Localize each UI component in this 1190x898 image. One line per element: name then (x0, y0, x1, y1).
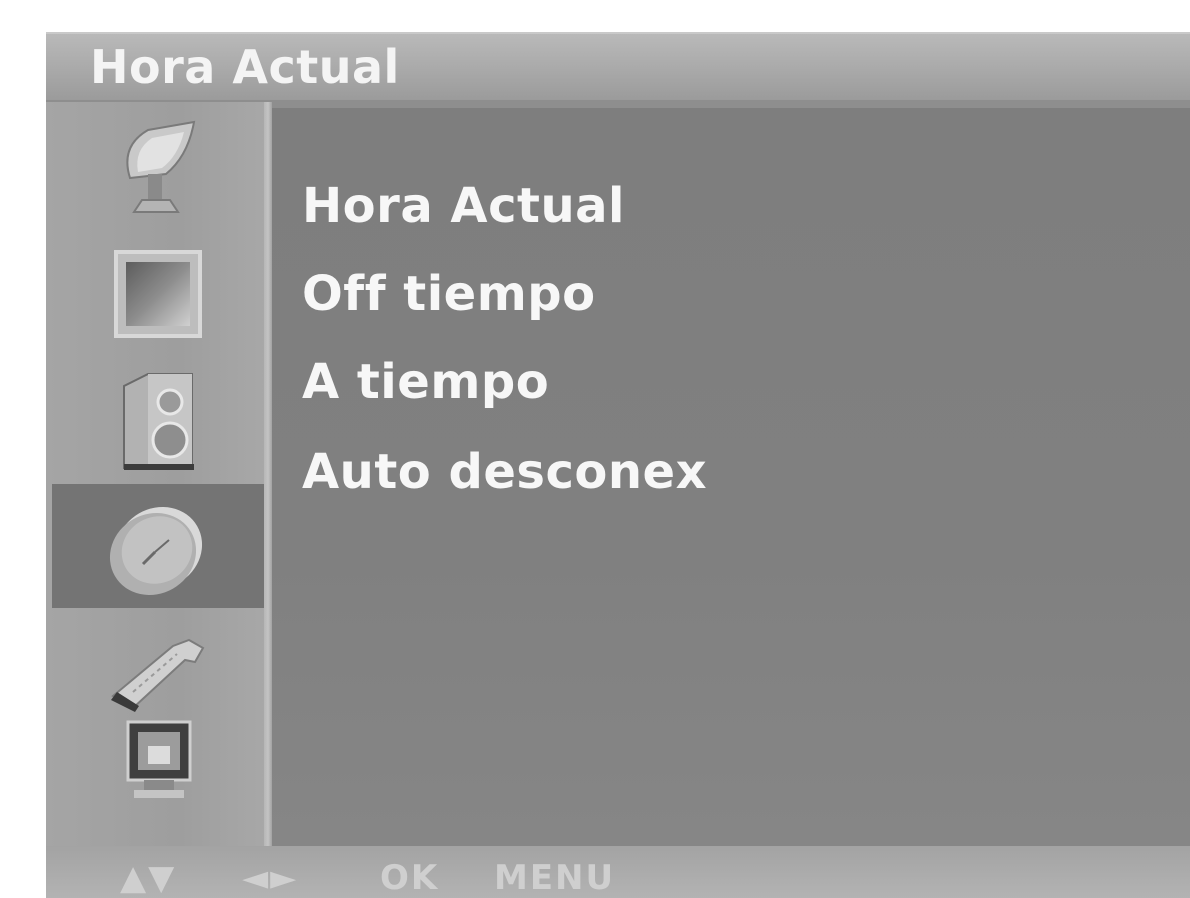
osd-menu-window: Hora Actual Hora Actual Off tiempo A tie… (46, 32, 1190, 898)
sidebar-item-audio[interactable] (52, 358, 264, 482)
title-bar: Hora Actual (46, 32, 1190, 100)
submenu-panel: Hora Actual Off tiempo A tiempo Auto des… (272, 108, 1190, 846)
menu-item-hora-actual[interactable]: Hora Actual (302, 176, 625, 236)
sidebar-item-time[interactable] (52, 484, 264, 608)
sidebar-divider (264, 102, 272, 846)
up-down-hint: ▲▼ (120, 858, 177, 898)
sidebar-item-setup[interactable] (52, 106, 264, 230)
menu-item-auto-desconex[interactable]: Auto desconex (302, 442, 707, 502)
menu-item-off-tiempo[interactable]: Off tiempo (302, 264, 596, 324)
tv-lock-icon (118, 718, 198, 810)
ok-hint: OK (380, 858, 440, 898)
menu-item-a-tiempo[interactable]: A tiempo (302, 352, 549, 412)
speaker-icon (118, 368, 198, 472)
page-title: Hora Actual (90, 40, 400, 94)
navigation-hint-bar: ▲▼ ◄► OK MENU (46, 846, 1190, 898)
left-right-hint: ◄► (242, 858, 299, 898)
menu-hint: MENU (494, 858, 616, 898)
clock-icon (103, 496, 213, 596)
sidebar-item-lock[interactable] (52, 716, 264, 812)
sidebar-item-picture[interactable] (52, 232, 264, 356)
picture-icon (112, 248, 204, 340)
wrench-icon (103, 626, 213, 718)
satellite-dish-icon (108, 116, 208, 220)
